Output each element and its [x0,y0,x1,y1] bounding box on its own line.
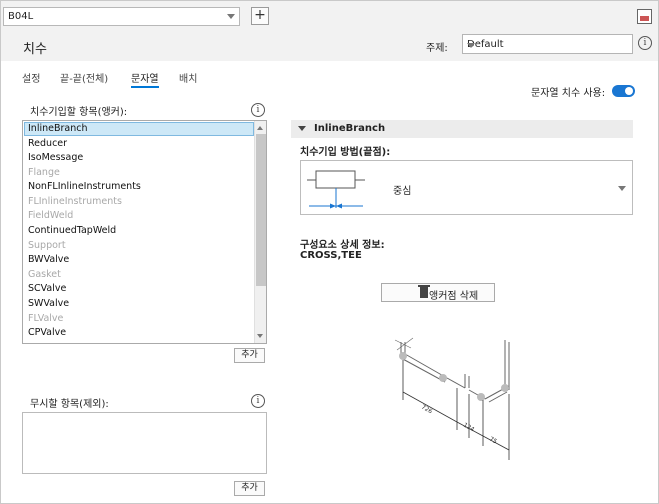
dimension-label: 75 [488,436,498,446]
method-label: 치수기입 방법(끝점): [300,147,391,158]
list-item[interactable]: FLInlineInstruments [24,195,254,209]
isometric-dimension-diagram: 726 124 75 [394,337,510,460]
tab-placement[interactable]: 배치 [179,70,197,85]
component-detail-label: 구성요소 상세 정보: [300,240,385,251]
component-combo[interactable]: B04L [3,7,240,26]
delete-anchor-label: 앵커점 삭제 [429,291,479,302]
chevron-down-icon [618,186,626,191]
scroll-up-icon[interactable] [257,126,263,130]
page-title: 치수 [23,42,47,57]
dimension-method-select[interactable]: 중심 [300,160,633,215]
ignore-items-label: 무시할 항목(제외): [30,399,109,410]
list-item[interactable]: InlineBranch [24,122,254,136]
list-item[interactable]: CPValve [24,326,254,340]
info-icon[interactable]: i [638,36,652,50]
chevron-down-icon [227,14,235,19]
theme-label: 주제: [426,43,448,54]
tab-string[interactable]: 문자열 [131,70,159,88]
section-header[interactable]: InlineBranch [291,120,633,138]
string-dimension-toggle-label: 문자열 치수 사용: [531,88,606,99]
scroll-thumb[interactable] [256,134,266,286]
scroll-down-icon[interactable] [257,334,263,338]
tab-settings[interactable]: 설정 [22,70,40,85]
component-detail-value: CROSS,TEE [300,250,362,261]
collapse-triangle-icon[interactable] [298,126,306,131]
section-title: InlineBranch [314,123,386,134]
export-image-icon[interactable] [637,9,652,24]
add-anchor-button[interactable]: 추가 [234,348,265,363]
add-button[interactable]: + [251,7,269,25]
info-icon[interactable]: i [251,103,265,117]
delete-anchor-button[interactable]: 앵커점 삭제 [381,283,495,302]
list-item[interactable]: BWValve [24,253,254,267]
list-item[interactable]: ContinuedTapWeld [24,224,254,238]
theme-select[interactable]: Default [462,34,633,54]
tab-end-to-end[interactable]: 끝-끝(전체) [60,70,108,85]
list-item[interactable]: SCValve [24,282,254,296]
component-combo-value: B04L [8,11,34,22]
ignore-listbox[interactable] [22,412,267,474]
trash-icon [418,285,430,298]
anchor-items-label: 치수기입할 항목(앵커): [30,107,128,118]
method-select-value: 중심 [393,186,412,197]
chevron-down-icon [467,43,475,48]
center-method-icon [307,170,365,209]
list-item[interactable]: Support [24,239,254,253]
top-toolbar: B04L + [0,0,659,31]
list-item[interactable]: NonFLInlineInstruments [24,180,254,194]
add-ignore-button[interactable]: 추가 [234,481,265,496]
list-item[interactable]: FLValve [24,312,254,326]
string-dimension-toggle[interactable] [612,85,635,97]
list-item[interactable]: FieldWeld [24,209,254,223]
anchor-listbox[interactable]: InlineBranch Reducer IsoMessage Flange N… [22,120,267,344]
list-item[interactable]: SWValve [24,297,254,311]
header-band: 치수 주제: Default i [0,31,659,61]
listbox-scrollbar[interactable] [254,121,266,343]
list-item[interactable]: Flange [24,166,254,180]
list-item[interactable]: Gasket [24,268,254,282]
list-item[interactable]: Reducer [24,137,254,151]
list-item[interactable]: IsoMessage [24,151,254,165]
info-icon[interactable]: i [251,394,265,408]
dimension-label: 726 [420,404,434,416]
